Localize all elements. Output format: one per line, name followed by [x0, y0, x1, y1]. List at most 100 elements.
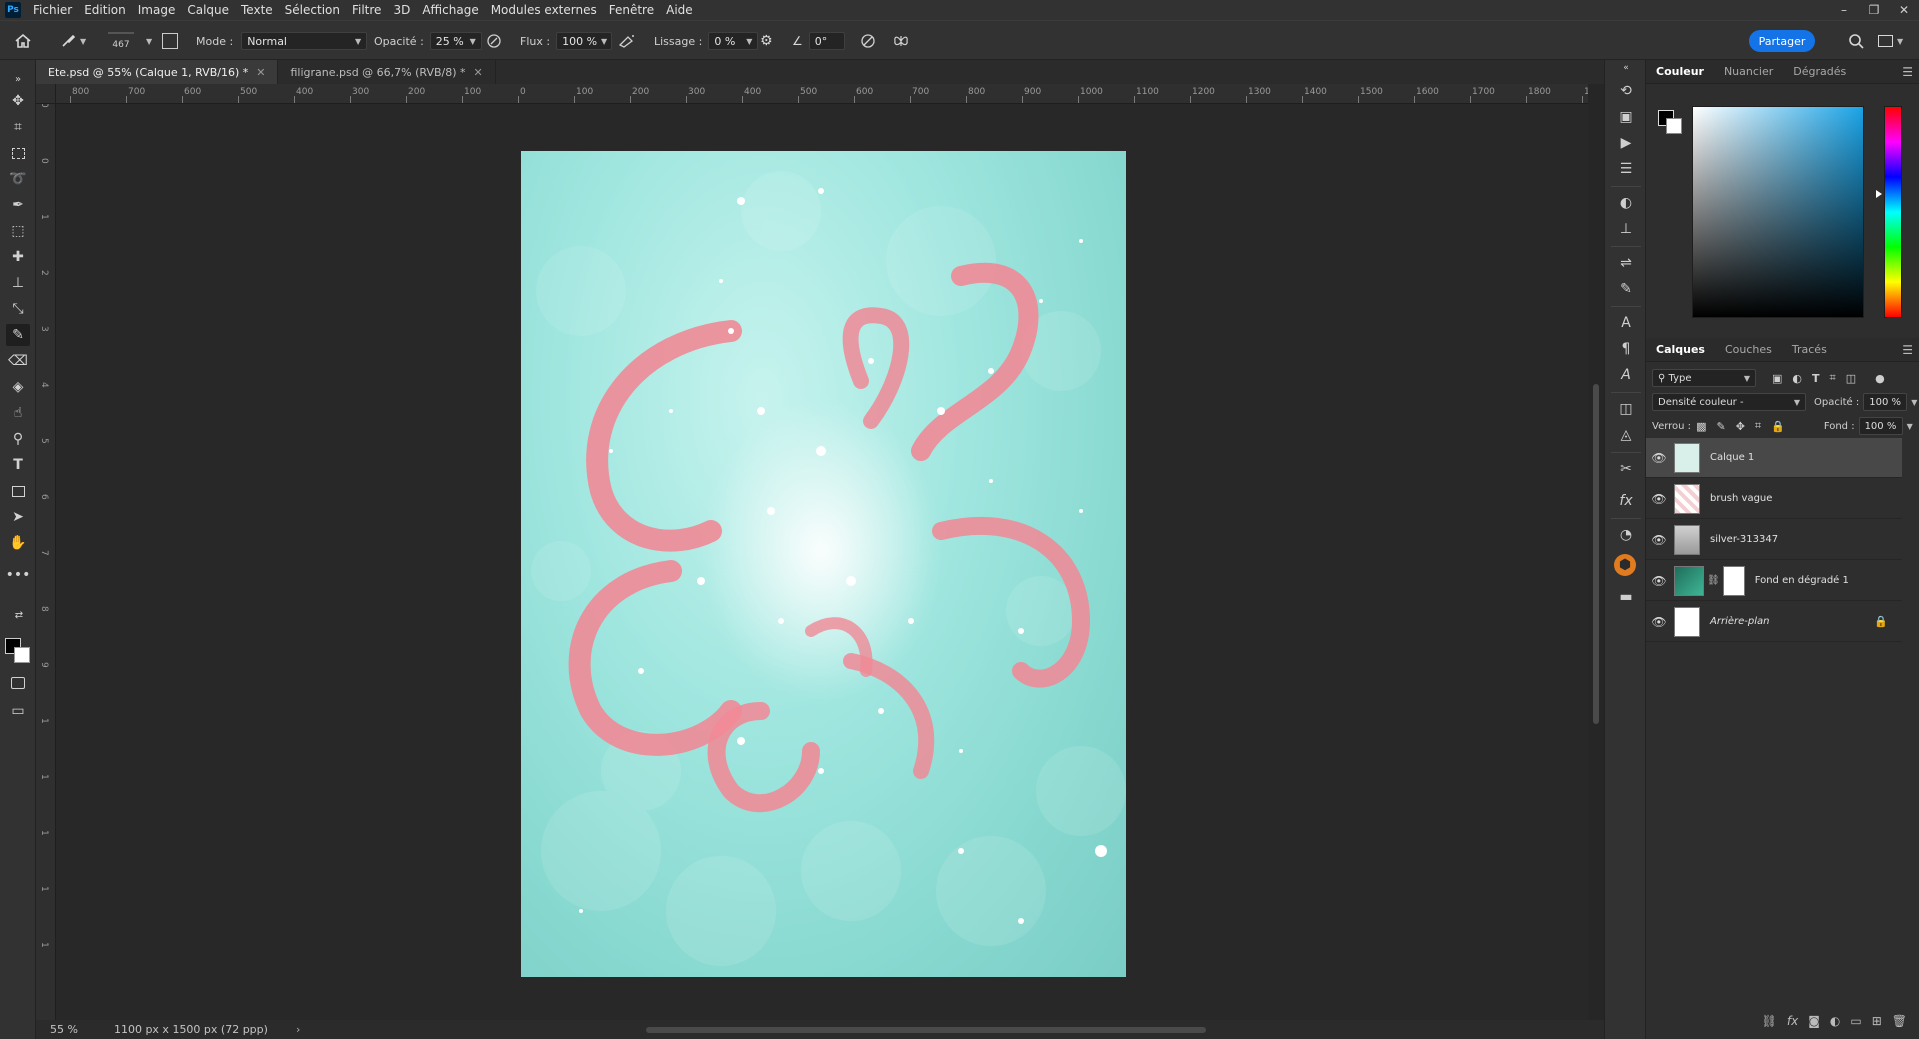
actions-panel-button[interactable]: ▶	[1614, 132, 1638, 154]
lock-icon[interactable]: 🔒	[1874, 615, 1888, 628]
adjustment-layer-icon[interactable]: ◐	[1830, 1014, 1840, 1028]
link-layers-icon[interactable]: ⛓	[1762, 1014, 1777, 1028]
hand-tool[interactable]: ✋	[6, 532, 30, 554]
lock-image-icon[interactable]: ✎	[1716, 420, 1725, 433]
layer-row-arriere-plan[interactable]: 👁 Arrière-plan 🔒	[1646, 602, 1902, 642]
timeline-panel-button[interactable]: ▬	[1614, 586, 1638, 608]
menu-aide[interactable]: Aide	[660, 0, 699, 20]
share-button[interactable]: Partager	[1749, 30, 1815, 52]
flow-field[interactable]: 100 % ▼	[556, 32, 613, 50]
close-window-button[interactable]: ✕	[1889, 0, 1919, 20]
tab-traces[interactable]: Tracés	[1782, 338, 1837, 361]
status-menu-arrow[interactable]: ›	[296, 1023, 300, 1036]
lock-position-icon[interactable]: ✥	[1736, 420, 1745, 433]
chevron-down-icon[interactable]: ▼	[1907, 422, 1913, 431]
type-tool[interactable]: T	[6, 454, 30, 476]
history-panel-button[interactable]: ⟲	[1614, 80, 1638, 102]
new-layer-icon[interactable]: ⊞	[1872, 1014, 1882, 1028]
shapes-panel-button[interactable]: ◫	[1614, 398, 1638, 420]
panel-menu-icon[interactable]: ☰	[1902, 343, 1913, 357]
vertical-scroll-thumb[interactable]	[1593, 384, 1599, 724]
minimize-button[interactable]: –	[1829, 0, 1859, 20]
layer-mask-thumbnail[interactable]	[1722, 565, 1745, 596]
styles-panel-button[interactable]: ◬	[1614, 424, 1638, 446]
airbrush-toggle[interactable]	[618, 21, 636, 61]
tab-degrades[interactable]: Dégradés	[1783, 60, 1856, 83]
quick-mask-button[interactable]	[6, 672, 30, 694]
clone-stamp-tool[interactable]: ⊥	[6, 272, 30, 294]
filter-pixel-icon[interactable]: ▣	[1772, 372, 1782, 385]
menu-affichage[interactable]: Affichage	[416, 0, 484, 20]
pressure-opacity-toggle[interactable]	[486, 21, 502, 61]
crop-tool[interactable]: ⌗	[6, 116, 30, 138]
eye-icon[interactable]: 👁	[1646, 492, 1672, 506]
fx-panel-button[interactable]: fx	[1614, 490, 1638, 512]
swap-colors-button[interactable]: ⇄	[6, 608, 32, 622]
character-panel-button[interactable]: A	[1614, 312, 1638, 334]
menu-modules-externes[interactable]: Modules externes	[485, 0, 603, 20]
filter-shape-icon[interactable]: ⌗	[1830, 371, 1836, 385]
restore-button[interactable]: ❐	[1859, 0, 1889, 20]
horizontal-scroll-thumb[interactable]	[646, 1027, 1206, 1033]
more-tools-button[interactable]: •••	[6, 564, 31, 586]
menu-edition[interactable]: Edition	[78, 0, 132, 20]
menu-fenetre[interactable]: Fenêtre	[603, 0, 660, 20]
eraser-tool[interactable]: ⌫	[6, 350, 30, 372]
navigator-panel-button[interactable]: ◔	[1614, 524, 1638, 546]
vertical-scrollbar[interactable]	[1588, 84, 1604, 1020]
eye-icon[interactable]: 👁	[1646, 615, 1672, 629]
panel-menu-icon[interactable]: ☰	[1902, 65, 1913, 79]
menu-3d[interactable]: 3D	[387, 0, 416, 20]
lock-artboard-icon[interactable]: ⌗	[1755, 419, 1761, 433]
horizontal-ruler[interactable]: 800 700 600 500 400 300 200 100 0 100 200 300 400 500…	[56, 84, 1588, 104]
move-tool[interactable]: ✥	[6, 90, 30, 112]
layer-opacity-field[interactable]: 100 %	[1863, 393, 1908, 411]
layer-filter-select[interactable]: ⚲ Type ▼	[1652, 369, 1756, 387]
brush-size-preview[interactable]: 467	[108, 21, 134, 61]
tab-calques[interactable]: Calques	[1646, 338, 1715, 361]
color-background-swatch[interactable]	[1666, 118, 1682, 134]
hue-slider-marker[interactable]	[1876, 190, 1882, 198]
tab-nuancier[interactable]: Nuancier	[1714, 60, 1783, 83]
collapse-tools-icon[interactable]: »	[6, 68, 30, 90]
fill-field[interactable]: 100 %	[1858, 417, 1903, 435]
layer-row-fond-en-degrade-1[interactable]: 👁 ⛓ Fond en dégradé 1	[1646, 561, 1902, 601]
home-button[interactable]	[14, 21, 32, 61]
eye-icon[interactable]: 👁	[1646, 574, 1672, 588]
pressure-size-toggle[interactable]	[860, 21, 876, 61]
menu-selection[interactable]: Sélection	[279, 0, 346, 20]
layer-row-silver-313347[interactable]: 👁 silver-313347	[1646, 520, 1902, 560]
shape-tool[interactable]	[6, 480, 30, 502]
properties-panel-button[interactable]: ☰	[1614, 158, 1638, 180]
lasso-tool[interactable]: ➰	[6, 168, 30, 190]
ruler-corner[interactable]	[36, 84, 56, 104]
brush-tool[interactable]: ✎	[6, 324, 30, 346]
color-picker-field[interactable]	[1692, 106, 1864, 318]
blend-mode-select[interactable]: Densité couleur - ▼	[1652, 393, 1806, 411]
smoothing-options-button[interactable]: ⚙	[760, 21, 773, 61]
layer-row-brush-vague[interactable]: 👁 brush vague	[1646, 479, 1902, 519]
path-selection-tool[interactable]: ➤	[6, 506, 30, 528]
brush-settings-toggle[interactable]	[162, 21, 178, 61]
workspace-button[interactable]: ▼	[1878, 21, 1903, 61]
filter-adjustment-icon[interactable]: ◐	[1792, 372, 1802, 385]
document-canvas[interactable]	[521, 151, 1126, 977]
tab-couches[interactable]: Couches	[1715, 338, 1782, 361]
clone-source-panel-button[interactable]: ⊥	[1614, 218, 1638, 240]
menu-fichier[interactable]: Fichier	[27, 0, 78, 20]
adjustments-panel-button[interactable]: ◐	[1614, 192, 1638, 214]
filter-type-icon[interactable]: T	[1812, 372, 1820, 385]
glyphs-panel-button[interactable]: A	[1614, 364, 1638, 386]
zoom-level[interactable]: 55 %	[50, 1023, 78, 1036]
healing-brush-tool[interactable]: ✚	[6, 246, 30, 268]
eye-icon[interactable]: 👁	[1646, 533, 1672, 547]
plugin-panel-button[interactable]: ⬢	[1614, 554, 1636, 576]
brush-size-caret[interactable]: ▼	[142, 21, 152, 61]
paragraph-panel-button[interactable]: ¶	[1614, 338, 1638, 360]
close-icon[interactable]: ✕	[474, 66, 483, 79]
lock-all-icon[interactable]: 🔒	[1771, 420, 1785, 433]
opacity-field[interactable]: 25 % ▼	[429, 32, 482, 50]
chain-link-icon[interactable]: ⛓	[1707, 575, 1720, 586]
dodge-tool[interactable]: ⚲	[6, 428, 30, 450]
filter-toggle-icon[interactable]: ●	[1875, 372, 1885, 385]
